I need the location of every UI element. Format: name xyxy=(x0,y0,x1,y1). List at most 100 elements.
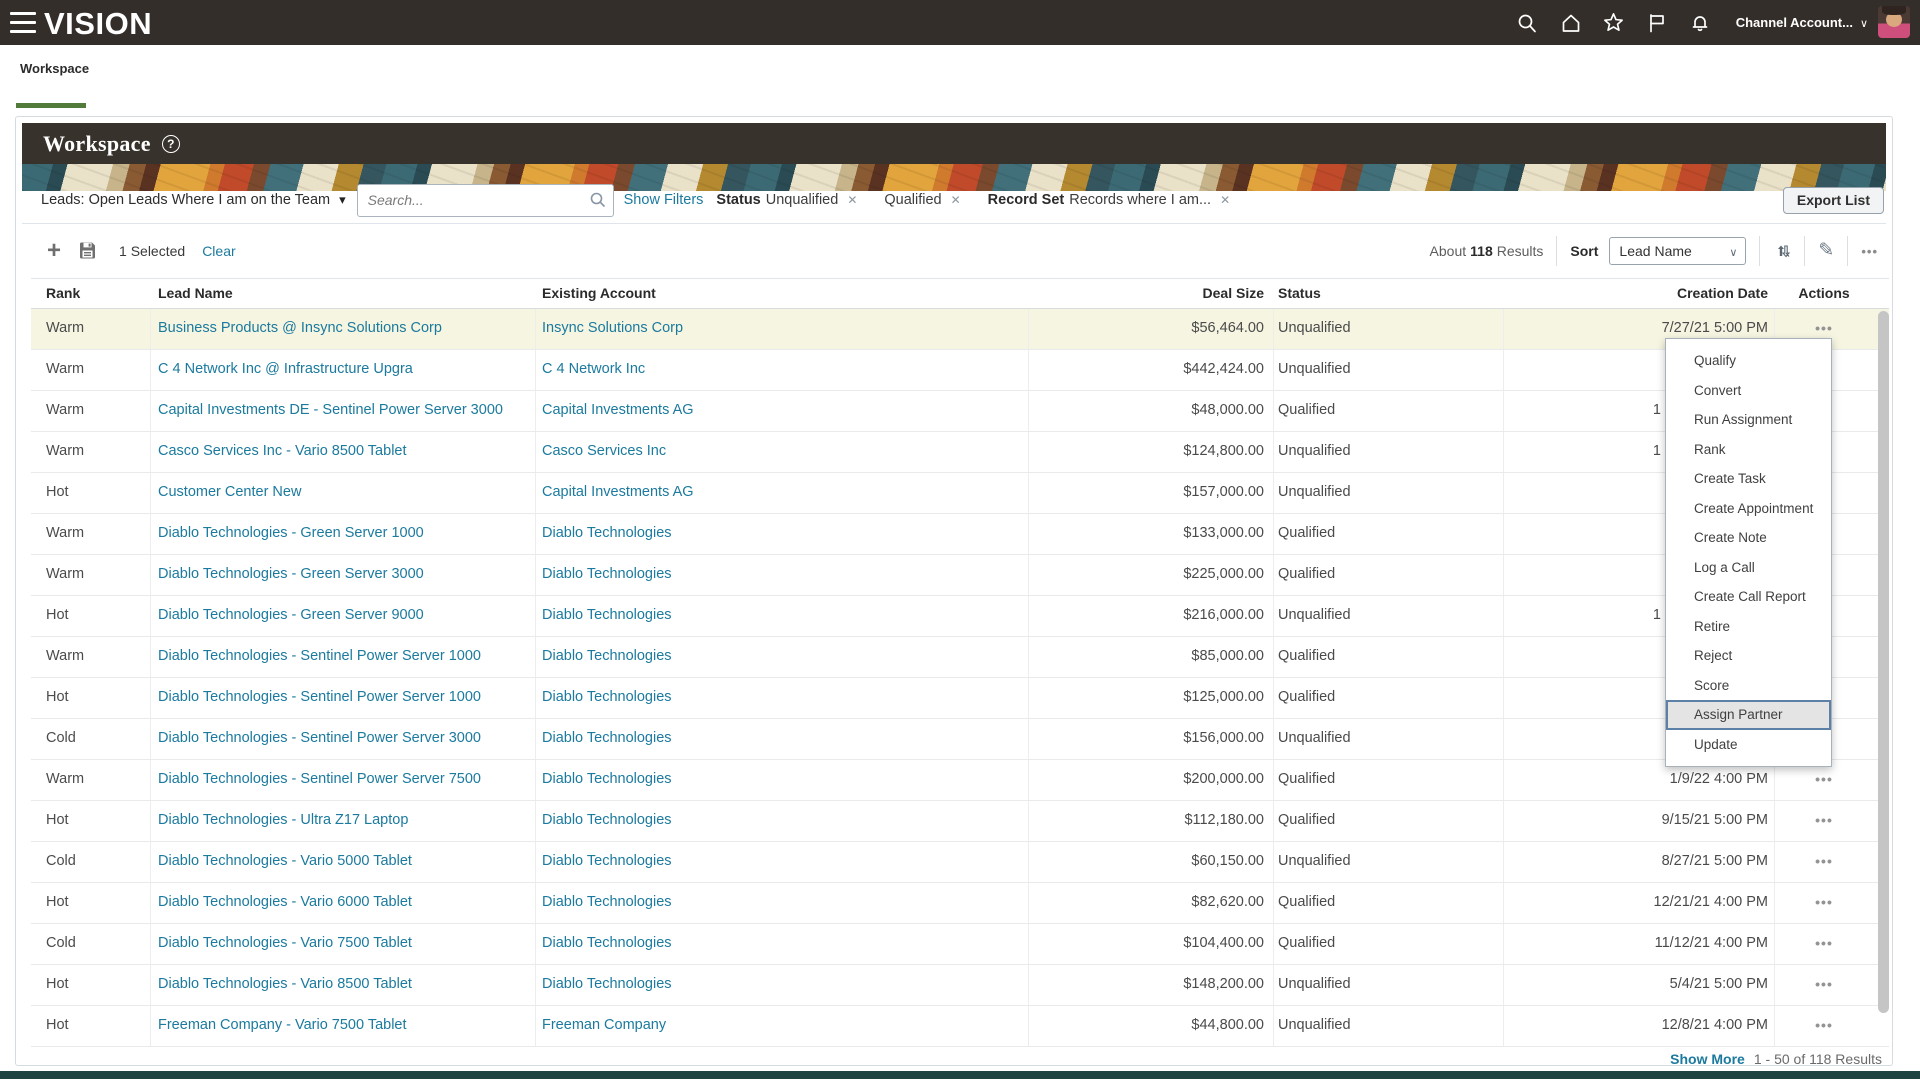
existing-account-link[interactable]: Diablo Technologies xyxy=(542,976,1022,992)
table-row[interactable]: Hot Customer Center New Capital Investme… xyxy=(31,473,1889,514)
menu-icon[interactable] xyxy=(10,12,36,33)
existing-account-link[interactable]: Diablo Technologies xyxy=(542,607,1022,623)
table-row[interactable]: Cold Diablo Technologies - Sentinel Powe… xyxy=(31,719,1889,760)
column-header-deal-size[interactable]: Deal Size xyxy=(1028,285,1273,301)
existing-account-link[interactable]: C 4 Network Inc xyxy=(542,361,1022,377)
context-menu-item[interactable]: Log a Call xyxy=(1666,553,1831,583)
favorites-star-icon[interactable] xyxy=(1600,9,1627,36)
context-menu-item[interactable]: Qualify xyxy=(1666,346,1831,376)
lead-name-link[interactable]: Diablo Technologies - Green Server 1000 xyxy=(158,525,528,541)
lead-name-link[interactable]: Diablo Technologies - Vario 6000 Tablet xyxy=(158,894,528,910)
table-row[interactable]: Warm Casco Services Inc - Vario 8500 Tab… xyxy=(31,432,1889,473)
existing-account-link[interactable]: Diablo Technologies xyxy=(542,771,1022,787)
table-row[interactable]: Warm Capital Investments DE - Sentinel P… xyxy=(31,391,1889,432)
existing-account-link[interactable]: Diablo Technologies xyxy=(542,853,1022,869)
column-header-lead-name[interactable]: Lead Name xyxy=(158,285,233,301)
existing-account-link[interactable]: Diablo Technologies xyxy=(542,935,1022,951)
table-row[interactable]: Hot Diablo Technologies - Sentinel Power… xyxy=(31,678,1889,719)
existing-account-link[interactable]: Diablo Technologies xyxy=(542,812,1022,828)
table-row[interactable]: Warm Diablo Technologies - Green Server … xyxy=(31,555,1889,596)
context-menu-item[interactable]: Update xyxy=(1666,730,1831,760)
saved-search-selector[interactable]: Leads: Open Leads Where I am on the Team xyxy=(41,192,346,208)
context-menu-item[interactable]: Convert xyxy=(1666,376,1831,406)
add-icon[interactable] xyxy=(47,239,61,263)
search-icon[interactable] xyxy=(1513,9,1540,36)
home-icon[interactable] xyxy=(1557,9,1584,36)
column-header-creation-date[interactable]: Creation Date xyxy=(1503,285,1774,301)
lead-name-link[interactable]: Diablo Technologies - Vario 8500 Tablet xyxy=(158,976,528,992)
existing-account-link[interactable]: Insync Solutions Corp xyxy=(542,320,1022,336)
row-actions-button[interactable] xyxy=(1815,320,1833,337)
table-row[interactable]: Hot Diablo Technologies - Vario 8500 Tab… xyxy=(31,965,1889,1006)
table-row[interactable]: Cold Diablo Technologies - Vario 5000 Ta… xyxy=(31,842,1889,883)
table-row[interactable]: Hot Diablo Technologies - Ultra Z17 Lapt… xyxy=(31,801,1889,842)
avatar[interactable] xyxy=(1878,6,1910,38)
existing-account-link[interactable]: Diablo Technologies xyxy=(542,648,1022,664)
show-filters-link[interactable]: Show Filters xyxy=(624,192,704,208)
existing-account-link[interactable]: Freeman Company xyxy=(542,1017,1022,1033)
context-menu-item[interactable]: Rank xyxy=(1666,435,1831,465)
lead-name-link[interactable]: Diablo Technologies - Green Server 3000 xyxy=(158,566,528,582)
lead-name-link[interactable]: Capital Investments DE - Sentinel Power … xyxy=(158,402,528,418)
existing-account-link[interactable]: Capital Investments AG xyxy=(542,484,1022,500)
lead-name-link[interactable]: Diablo Technologies - Sentinel Power Ser… xyxy=(158,771,528,787)
context-menu-item[interactable]: Create Note xyxy=(1666,523,1831,553)
lead-name-link[interactable]: Customer Center New xyxy=(158,484,528,500)
table-row[interactable]: Hot Freeman Company - Vario 7500 Tablet … xyxy=(31,1006,1889,1047)
help-icon[interactable] xyxy=(162,135,180,153)
existing-account-link[interactable]: Capital Investments AG xyxy=(542,402,1022,418)
context-menu-item[interactable]: Create Call Report xyxy=(1666,582,1831,612)
column-header-rank[interactable]: Rank xyxy=(46,285,80,301)
edit-pencil-icon[interactable] xyxy=(1818,239,1834,262)
sort-direction-icon[interactable] xyxy=(1773,241,1791,261)
existing-account-link[interactable]: Diablo Technologies xyxy=(542,689,1022,705)
export-list-button[interactable]: Export List xyxy=(1783,187,1884,214)
table-row[interactable]: Warm Diablo Technologies - Green Server … xyxy=(31,514,1889,555)
table-row[interactable]: Warm Diablo Technologies - Sentinel Powe… xyxy=(31,760,1889,801)
lead-name-link[interactable]: C 4 Network Inc @ Infrastructure Upgra xyxy=(158,361,528,377)
tab-workspace[interactable]: Workspace xyxy=(20,61,89,76)
row-actions-button[interactable] xyxy=(1815,853,1833,870)
row-actions-button[interactable] xyxy=(1815,771,1833,788)
column-header-status[interactable]: Status xyxy=(1278,285,1321,301)
context-menu-item[interactable]: Run Assignment xyxy=(1666,405,1831,435)
show-more-link[interactable]: Show More xyxy=(1670,1051,1745,1067)
row-actions-button[interactable] xyxy=(1815,935,1833,952)
table-row[interactable]: Warm Business Products @ Insync Solution… xyxy=(31,309,1889,350)
existing-account-link[interactable]: Casco Services Inc xyxy=(542,443,1022,459)
existing-account-link[interactable]: Diablo Technologies xyxy=(542,566,1022,582)
row-actions-button[interactable] xyxy=(1815,1017,1833,1034)
clear-selection-link[interactable]: Clear xyxy=(202,243,235,259)
user-menu[interactable]: Channel Account... xyxy=(1736,0,1868,45)
column-header-existing-account[interactable]: Existing Account xyxy=(542,285,656,301)
context-menu-item[interactable]: Create Appointment xyxy=(1666,494,1831,524)
remove-filter-icon[interactable] xyxy=(951,192,961,208)
context-menu-item[interactable]: Retire xyxy=(1666,612,1831,642)
table-row[interactable]: Hot Diablo Technologies - Vario 6000 Tab… xyxy=(31,883,1889,924)
remove-filter-icon[interactable] xyxy=(1220,192,1230,208)
search-input[interactable] xyxy=(357,184,614,217)
lead-name-link[interactable]: Diablo Technologies - Ultra Z17 Laptop xyxy=(158,812,528,828)
table-row[interactable]: Warm Diablo Technologies - Sentinel Powe… xyxy=(31,637,1889,678)
table-row[interactable]: Warm C 4 Network Inc @ Infrastructure Up… xyxy=(31,350,1889,391)
lead-name-link[interactable]: Diablo Technologies - Sentinel Power Ser… xyxy=(158,648,528,664)
existing-account-link[interactable]: Diablo Technologies xyxy=(542,894,1022,910)
row-actions-button[interactable] xyxy=(1815,812,1833,829)
context-menu-item[interactable]: Reject xyxy=(1666,641,1831,671)
lead-name-link[interactable]: Diablo Technologies - Vario 7500 Tablet xyxy=(158,935,528,951)
lead-name-link[interactable]: Diablo Technologies - Green Server 9000 xyxy=(158,607,528,623)
lead-name-link[interactable]: Business Products @ Insync Solutions Cor… xyxy=(158,320,528,336)
context-menu-item[interactable]: Assign Partner xyxy=(1666,700,1831,730)
flag-icon[interactable] xyxy=(1643,9,1670,36)
more-actions-icon[interactable] xyxy=(1861,243,1878,259)
remove-filter-icon[interactable] xyxy=(847,192,857,208)
table-row[interactable]: Cold Diablo Technologies - Vario 7500 Ta… xyxy=(31,924,1889,965)
row-actions-button[interactable] xyxy=(1815,894,1833,911)
table-row[interactable]: Hot Diablo Technologies - Green Server 9… xyxy=(31,596,1889,637)
lead-name-link[interactable]: Freeman Company - Vario 7500 Tablet xyxy=(158,1017,528,1033)
row-actions-button[interactable] xyxy=(1815,976,1833,993)
existing-account-link[interactable]: Diablo Technologies xyxy=(542,525,1022,541)
existing-account-link[interactable]: Diablo Technologies xyxy=(542,730,1022,746)
horizontal-scrollbar[interactable] xyxy=(0,1071,1920,1079)
lead-name-link[interactable]: Casco Services Inc - Vario 8500 Tablet xyxy=(158,443,528,459)
